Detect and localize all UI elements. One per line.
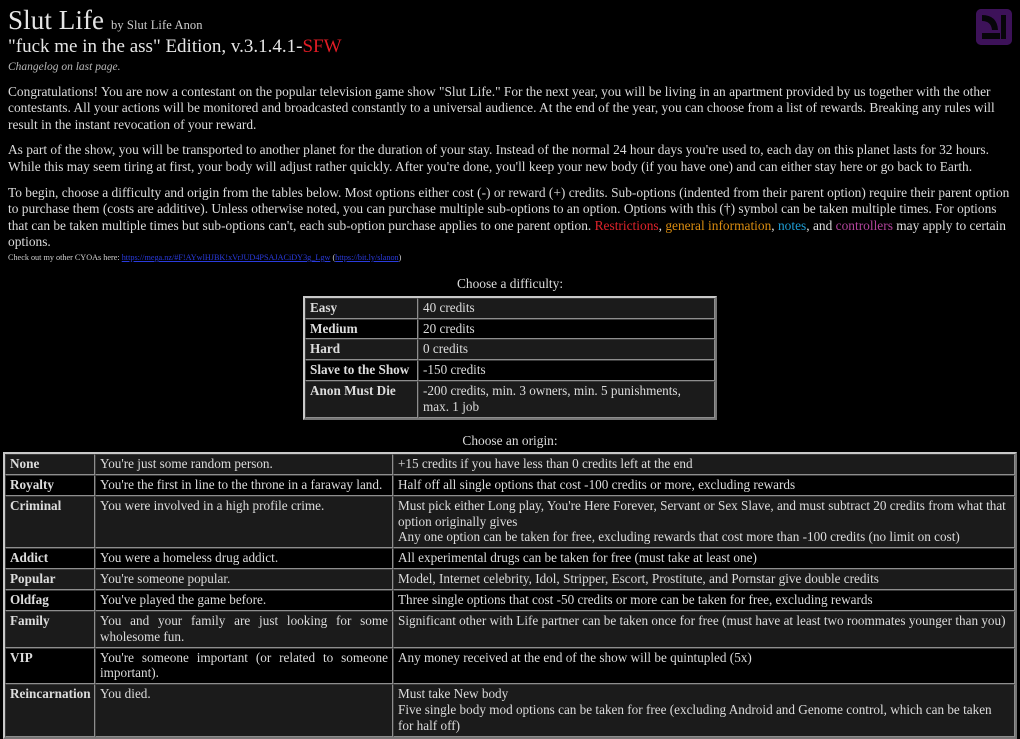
origin-description: You're someone important (or related to … (95, 647, 393, 685)
origin-effect-line: Model, Internet celebrity, Idol, Strippe… (398, 571, 879, 587)
origin-effect-line-2: Five single body mod options can be take… (398, 702, 992, 733)
origin-description: You were a homeless drug addict. (95, 548, 393, 570)
paren-close: ) (398, 253, 402, 263)
edition-line: "fuck me in the ass" Edition, v.3.1.4.1-… (8, 36, 1012, 58)
link-notes[interactable]: notes (778, 218, 806, 233)
origin-description: You've played the game before. (95, 589, 393, 611)
origin-name: Criminal (5, 495, 95, 549)
origin-effect: Three single options that cost -50 credi… (393, 589, 1015, 611)
origin-name: Family (5, 610, 95, 648)
origin-effect-line: Significant other with Life partner can … (398, 612, 1006, 628)
table-row[interactable]: None You're just some random person. +15… (5, 454, 1015, 475)
intro-section: Congratulations! You are now a contestan… (0, 84, 1020, 264)
cyoa-page: Slut Life by Slut Life Anon "fuck me in … (0, 0, 1020, 739)
table-row[interactable]: Addict You were a homeless drug addict. … (5, 548, 1015, 570)
origin-effect-line: Must take New body (398, 686, 509, 702)
origin-effect: Model, Internet celebrity, Idol, Strippe… (393, 569, 1015, 590)
difficulty-caption: Choose a difficulty: (456, 276, 564, 292)
difficulty-effect: -150 credits (418, 360, 715, 382)
title-text: Slut Life (8, 5, 105, 35)
origin-table-wrap: None You're just some random person. +15… (0, 452, 1020, 739)
difficulty-table: Easy 40 credits Medium 20 credits Hard 0… (303, 295, 717, 420)
difficulty-name: Easy (305, 297, 418, 319)
cyoa-mega-link[interactable]: https://mega.nz/#F!AYwlHJBK!xVrJUD4PSAJA… (122, 253, 331, 262)
edition-text: "fuck me in the ass" Edition, v.3.1.4.1- (8, 36, 303, 58)
changelog-note: Changelog on last page. (8, 60, 121, 73)
table-row[interactable]: Criminal You were involved in a high pro… (5, 495, 1015, 549)
link-restrictions[interactable]: Restrictions (595, 218, 659, 233)
table-row[interactable]: Slave to the Show -150 credits (305, 360, 715, 382)
cyoa-links-line: Check out my other CYOAs here: https://m… (8, 253, 1012, 263)
intro-paragraph-1: Congratulations! You are now a contestan… (8, 83, 995, 132)
origin-description: You're the first in line to the throne i… (95, 474, 393, 496)
origin-caption: Choose an origin: (462, 432, 558, 448)
origin-description: You died. (95, 684, 393, 737)
page-header: Slut Life by Slut Life Anon "fuck me in … (0, 0, 1020, 74)
origin-name: VIP (5, 647, 95, 685)
origin-name: Addict (5, 548, 95, 570)
origin-effect: Any money received at the end of the sho… (393, 647, 1015, 685)
origin-description: You and your family are just looking for… (95, 610, 393, 648)
author-byline: by Slut Life Anon (111, 18, 203, 32)
origin-effect-line-2: Any one option can be taken for free, ex… (398, 529, 960, 545)
link-general-information[interactable]: general information (665, 218, 771, 233)
origin-table: None You're just some random person. +15… (3, 452, 1017, 739)
difficulty-table-wrap: Easy 40 credits Medium 20 credits Hard 0… (0, 295, 1020, 420)
origin-name: Reincarnation (5, 684, 95, 737)
sep-3: , and (806, 217, 836, 233)
origin-effect-line: Any money received at the end of the sho… (398, 649, 752, 665)
difficulty-name: Anon Must Die (305, 381, 418, 418)
slut-life-logo-icon (976, 9, 1012, 45)
difficulty-effect: 20 credits (418, 318, 715, 340)
origin-effect: Must take New body Five single body mod … (393, 684, 1015, 737)
origin-description: You were involved in a high profile crim… (95, 495, 393, 549)
origin-description: You're just some random person. (95, 454, 393, 475)
difficulty-effect: 0 credits (418, 339, 715, 361)
table-row[interactable]: VIP You're someone important (or related… (5, 647, 1015, 685)
table-row[interactable]: Popular You're someone popular. Model, I… (5, 569, 1015, 590)
table-row[interactable]: Hard 0 credits (305, 339, 715, 361)
origin-name: None (5, 454, 95, 475)
difficulty-name: Slave to the Show (305, 360, 418, 382)
difficulty-name: Hard (305, 339, 418, 361)
table-row[interactable]: Family You and your family are just look… (5, 610, 1015, 648)
origin-name: Oldfag (5, 589, 95, 611)
table-row[interactable]: Reincarnation You died. Must take New bo… (5, 684, 1015, 737)
difficulty-name: Medium (305, 318, 418, 340)
origin-effect-line: All experimental drugs can be taken for … (398, 550, 757, 566)
page-title: Slut Life by Slut Life Anon (8, 5, 1012, 35)
origin-effect-line: Must pick either Long play, You're Here … (398, 497, 1006, 529)
origin-effect: +15 credits if you have less than 0 cred… (393, 454, 1015, 475)
difficulty-table-body: Easy 40 credits Medium 20 credits Hard 0… (305, 297, 715, 418)
table-row[interactable]: Easy 40 credits (305, 297, 715, 319)
origin-effect: Significant other with Life partner can … (393, 610, 1015, 648)
origin-name: Royalty (5, 474, 95, 496)
origin-table-body: None You're just some random person. +15… (5, 454, 1015, 737)
table-row[interactable]: Royalty You're the first in line to the … (5, 474, 1015, 496)
origin-description: You're someone popular. (95, 569, 393, 590)
origin-effect-line: +15 credits if you have less than 0 cred… (398, 456, 693, 472)
link-controllers[interactable]: controllers (836, 218, 893, 233)
origin-effect: All experimental drugs can be taken for … (393, 548, 1015, 570)
origin-effect: Must pick either Long play, You're Here … (393, 495, 1015, 549)
cyoa-short-link[interactable]: https://bit.ly/slanon (335, 253, 398, 262)
intro-paragraph-3: To begin, choose a difficulty and origin… (8, 185, 1012, 251)
origin-effect: Half off all single options that cost -1… (393, 474, 1015, 496)
difficulty-effect: -200 credits, min. 3 owners, min. 5 puni… (418, 381, 715, 418)
origin-name: Popular (5, 569, 95, 590)
origin-effect-line: Half off all single options that cost -1… (398, 476, 796, 492)
cyoa-links-prefix: Check out my other CYOAs here: (8, 253, 122, 263)
sfw-tag: SFW (302, 36, 342, 58)
table-row[interactable]: Oldfag You've played the game before. Th… (5, 589, 1015, 611)
table-row[interactable]: Medium 20 credits (305, 318, 715, 340)
difficulty-effect: 40 credits (418, 297, 715, 319)
intro-paragraph-2: As part of the show, you will be transpo… (8, 142, 989, 175)
origin-effect-line: Three single options that cost -50 credi… (398, 591, 873, 607)
table-row[interactable]: Anon Must Die -200 credits, min. 3 owner… (305, 381, 715, 418)
sep-2: , (771, 217, 778, 233)
